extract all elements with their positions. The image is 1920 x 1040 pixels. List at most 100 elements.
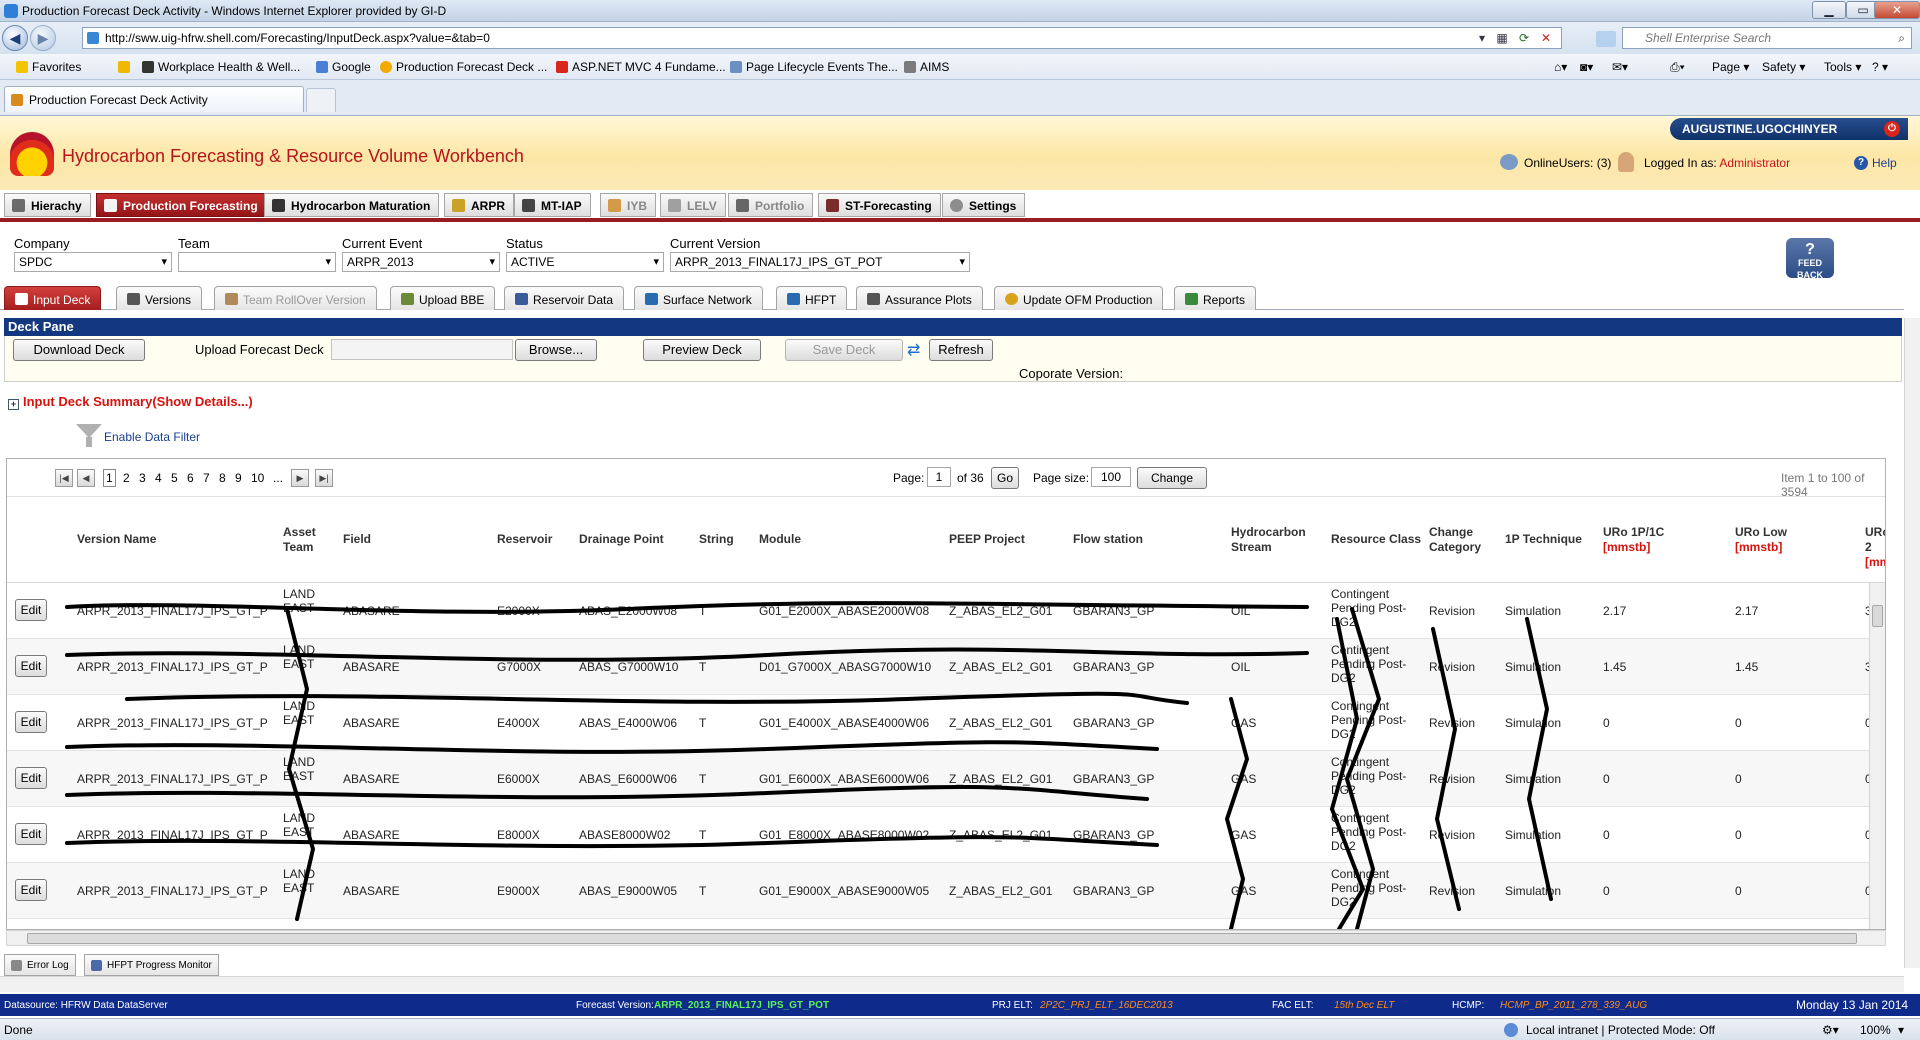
search-input[interactable]: Shell Enterprise Search ⌕ xyxy=(1622,27,1912,49)
help-link[interactable]: Help xyxy=(1872,156,1897,170)
team-select[interactable] xyxy=(178,252,336,272)
edit-row-button[interactable]: Edit xyxy=(15,767,47,789)
tab-versions[interactable]: Versions xyxy=(116,286,203,310)
edit-row-button[interactable]: Edit xyxy=(15,711,47,733)
next-page-button[interactable]: ▶ xyxy=(291,469,309,487)
browser-tab-active[interactable]: Production Forecast Deck Activity xyxy=(4,86,304,112)
module-portfolio[interactable]: Portfolio xyxy=(728,193,814,217)
preview-deck-button[interactable]: Preview Deck xyxy=(643,339,761,361)
page-link-1[interactable]: 1 xyxy=(103,469,116,487)
edit-row-button[interactable]: Edit xyxy=(15,823,47,845)
mail-icon[interactable]: ✉▾ xyxy=(1612,60,1628,74)
help-icon[interactable]: ? xyxy=(1854,156,1868,170)
page-link-5[interactable]: 5 xyxy=(171,471,178,485)
module-lelv[interactable]: LELV xyxy=(660,193,726,217)
module-hierachy[interactable]: Hierachy xyxy=(4,193,91,217)
fav-page-lifecycle[interactable]: Page Lifecycle Events The... xyxy=(730,60,898,74)
page-size-input[interactable]: 100 xyxy=(1091,467,1131,487)
tools-menu[interactable]: Tools ▾ xyxy=(1824,60,1861,74)
grid-vertical-scrollbar[interactable] xyxy=(1869,583,1885,929)
save-deck-button[interactable]: Save Deck xyxy=(785,339,903,361)
col-uro-low[interactable]: URo Low [mmstb] xyxy=(1735,525,1787,555)
fav-add-icon[interactable] xyxy=(118,60,134,74)
fav-workplace-health[interactable]: Workplace Health & Well... xyxy=(142,60,300,74)
tab-reservoir-data[interactable]: Reservoir Data xyxy=(504,286,625,310)
zoom-level[interactable]: 100% xyxy=(1860,1023,1891,1037)
col-hydrocarbon-stream[interactable]: Hydrocarbon Stream xyxy=(1231,525,1311,555)
col-asset-team[interactable]: Asset Team xyxy=(283,525,323,555)
page-link-8[interactable]: 8 xyxy=(219,471,226,485)
page-input[interactable]: 1 xyxy=(927,467,951,487)
tab-reports[interactable]: Reports xyxy=(1174,286,1257,310)
grid-scroll-thumb[interactable] xyxy=(1872,605,1883,627)
enable-data-filter-link[interactable]: Enable Data Filter xyxy=(104,430,200,444)
module-arpr[interactable]: ARPR xyxy=(444,193,515,217)
edit-row-button[interactable]: Edit xyxy=(15,879,47,901)
module-settings[interactable]: Settings xyxy=(942,193,1026,217)
home-icon[interactable]: ⌂▾ xyxy=(1554,60,1567,74)
module-mt-iap[interactable]: MT-IAP xyxy=(514,193,591,217)
current-event-select[interactable]: ARPR_2013 xyxy=(342,252,500,272)
favorites-button[interactable]: Favorites xyxy=(16,60,81,74)
tab-update-ofm-production[interactable]: Update OFM Production xyxy=(994,286,1164,310)
page-link-2[interactable]: 2 xyxy=(123,471,130,485)
logout-icon[interactable]: ⏻ xyxy=(1884,121,1900,137)
prev-page-button[interactable]: ◀ xyxy=(77,469,95,487)
edit-row-button[interactable]: Edit xyxy=(15,655,47,677)
close-window-button[interactable]: ✕ xyxy=(1874,1,1920,19)
col-reservoir[interactable]: Reservoir xyxy=(497,532,552,547)
company-select[interactable]: SPDC xyxy=(14,252,172,272)
fav-google[interactable]: Google xyxy=(316,60,371,74)
print-icon[interactable]: ⎙▾ xyxy=(1670,60,1685,75)
col-field[interactable]: Field xyxy=(343,532,371,547)
col-string[interactable]: String xyxy=(699,532,734,547)
status-select[interactable]: ACTIVE xyxy=(506,252,664,272)
search-provider-icon[interactable] xyxy=(1596,31,1616,47)
module-hydrocarbon-maturation[interactable]: Hydrocarbon Maturation xyxy=(264,193,440,217)
expand-icon[interactable]: + xyxy=(8,399,19,410)
address-input[interactable]: http://sww.uig-hfrw.shell.com/Forecastin… xyxy=(82,27,1562,49)
feedback-button[interactable]: ? FEED BACK xyxy=(1786,238,1834,280)
search-icon[interactable]: ⌕ xyxy=(1898,28,1905,48)
page-link-10[interactable]: 10 xyxy=(251,471,264,485)
col-version-name[interactable]: Version Name xyxy=(77,532,156,547)
browse-button[interactable]: Browse... xyxy=(515,339,597,361)
refresh-icon[interactable]: ⇄ xyxy=(907,340,920,360)
grid-hscroll-thumb[interactable] xyxy=(27,933,1857,944)
last-page-button[interactable]: ▶| xyxy=(315,469,333,487)
col-peep-project[interactable]: PEEP Project xyxy=(949,532,1025,547)
tab-team-rollover-version[interactable]: Team RollOver Version xyxy=(214,286,377,310)
tab-surface-network[interactable]: Surface Network xyxy=(634,286,763,310)
fav-production-forecast-deck[interactable]: Production Forecast Deck ... xyxy=(380,60,547,74)
tab-input-deck[interactable]: Input Deck xyxy=(4,286,102,310)
col-resource-class[interactable]: Resource Class xyxy=(1331,532,1421,547)
protected-mode-icon[interactable]: ⚙▾ xyxy=(1822,1023,1839,1037)
tab-hfpt-progress-monitor[interactable]: HFPT Progress Monitor xyxy=(84,954,219,976)
go-button[interactable]: Go xyxy=(991,467,1019,489)
module-production-forecasting[interactable]: Production Forecasting xyxy=(96,193,267,217)
new-tab-button[interactable] xyxy=(306,88,336,112)
col-uro-1p[interactable]: URo 1P/1C [mmstb] xyxy=(1603,525,1664,555)
page-vertical-scrollbar[interactable] xyxy=(1904,318,1920,968)
module-iyb[interactable]: IYB xyxy=(600,193,657,217)
module-st-forecasting[interactable]: ST-Forecasting xyxy=(818,193,941,217)
col-module[interactable]: Module xyxy=(759,532,801,547)
forward-button[interactable]: ▶ xyxy=(30,25,56,51)
page-link-7[interactable]: 7 xyxy=(203,471,210,485)
compat-icon[interactable]: ▦ xyxy=(1493,30,1511,46)
feeds-icon[interactable]: ◙▾ xyxy=(1580,60,1593,74)
refresh-button[interactable]: Refresh xyxy=(929,339,993,361)
page-link-3[interactable]: 3 xyxy=(139,471,146,485)
col-flow-station[interactable]: Flow station xyxy=(1073,532,1143,547)
tab-error-log[interactable]: Error Log xyxy=(4,954,76,976)
col-drainage-point[interactable]: Drainage Point xyxy=(579,532,664,547)
help-menu[interactable]: ? ▾ xyxy=(1872,60,1888,74)
page-link-4[interactable]: 4 xyxy=(155,471,162,485)
page-link-9[interactable]: 9 xyxy=(235,471,242,485)
dropdown-icon[interactable]: ▾ xyxy=(1473,30,1491,46)
zoom-dropdown-icon[interactable]: ▾ xyxy=(1898,1023,1904,1037)
page-menu[interactable]: Page ▾ xyxy=(1712,60,1749,74)
tab-assurance-plots[interactable]: Assurance Plots xyxy=(856,286,983,310)
tab-upload-bbe[interactable]: Upload BBE xyxy=(390,286,496,310)
safety-menu[interactable]: Safety ▾ xyxy=(1762,60,1805,74)
